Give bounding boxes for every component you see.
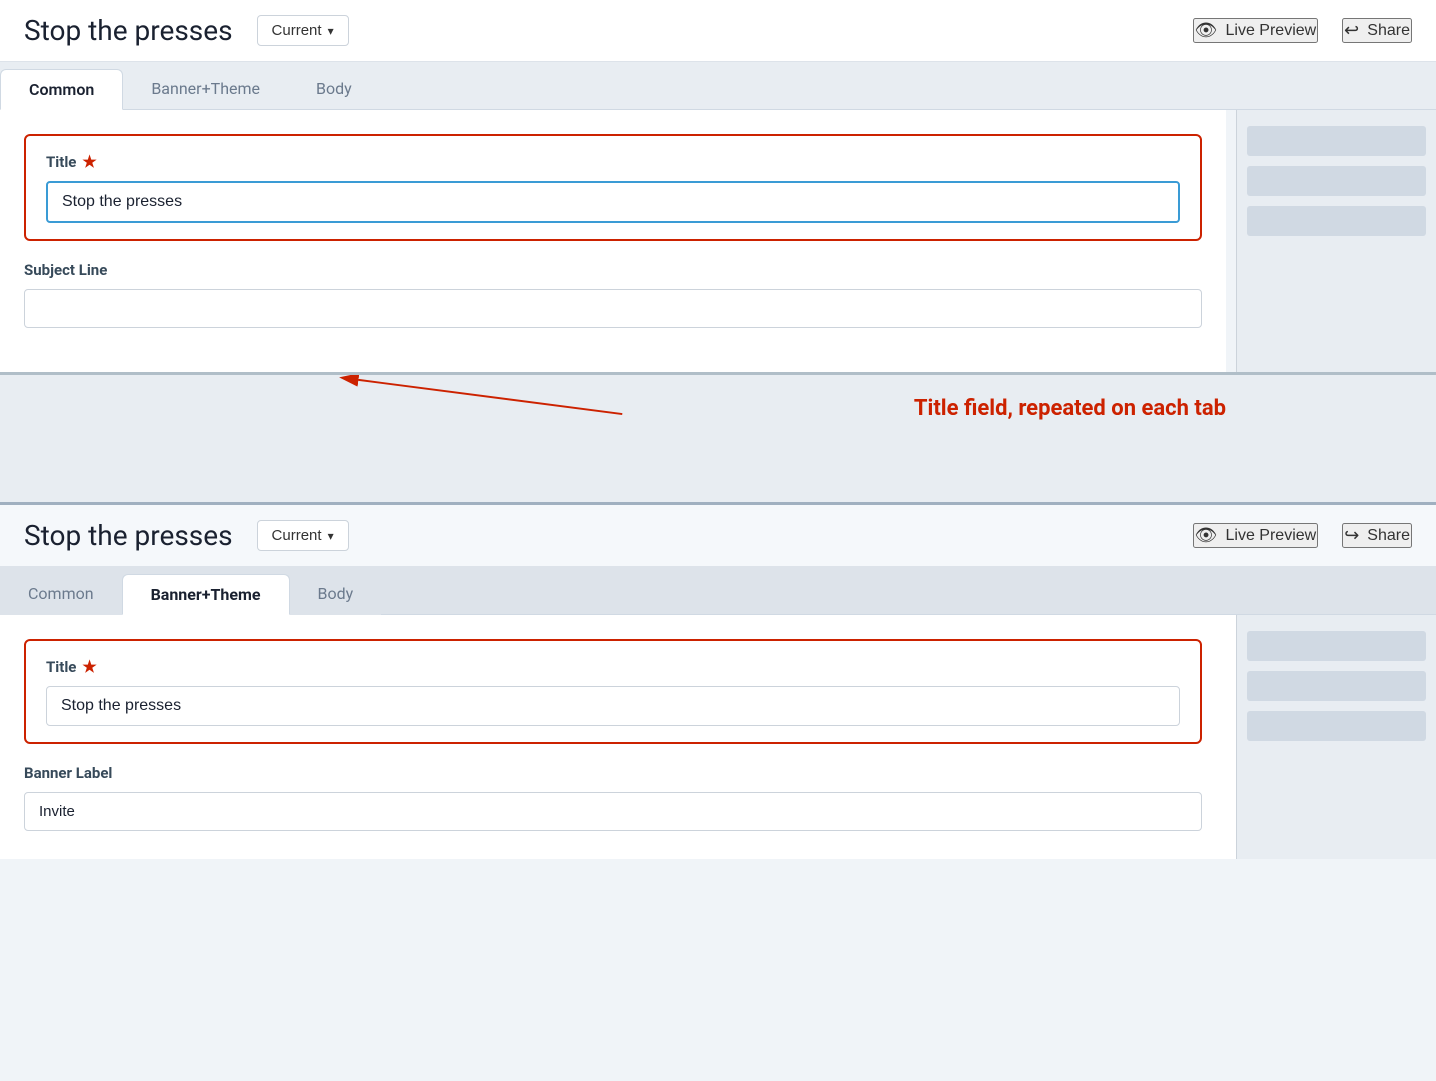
share-label-1: Share: [1367, 22, 1410, 40]
live-preview-btn-1[interactable]: 👁 Live Preview: [1193, 18, 1319, 43]
share-icon-1: ↪: [1344, 20, 1359, 41]
tab-banner-theme-2-label: Banner+Theme: [151, 585, 261, 604]
panel2: Stop the presses Current ▾ 👁 Live Previe…: [0, 502, 1436, 859]
tab-body-2[interactable]: Body: [290, 574, 382, 615]
annotation-section: Title field, repeated on each tab: [0, 372, 1436, 502]
right-hint-2b: [1247, 671, 1426, 701]
share-icon-2: ↪: [1344, 525, 1359, 546]
eye-icon-2: 👁: [1195, 525, 1218, 546]
right-hint-2a: [1247, 631, 1426, 661]
app-wrapper: Stop the presses Current ▾ 👁 Live Previe…: [0, 0, 1436, 859]
live-preview-label-1: Live Preview: [1226, 22, 1317, 40]
live-preview-btn-2[interactable]: 👁 Live Preview: [1193, 523, 1319, 548]
right-hint-1b: [1247, 166, 1426, 196]
tab-common-1[interactable]: Common: [0, 69, 123, 110]
right-hint-1a: [1247, 126, 1426, 156]
chevron-down-icon-1: ▾: [328, 24, 334, 38]
panel2-header-right: 👁 Live Preview ↪ Share: [1193, 523, 1412, 548]
title-label-2: Title ★: [46, 657, 1180, 676]
tab-common-1-label: Common: [29, 80, 94, 99]
panel2-tabs: Common Banner+Theme Body: [0, 567, 1436, 615]
version-dropdown-1[interactable]: Current ▾: [257, 15, 349, 46]
panel2-header: Stop the presses Current ▾ 👁 Live Previe…: [0, 505, 1436, 567]
right-hint-2c: [1247, 711, 1426, 741]
required-star-1: ★: [82, 152, 96, 171]
chevron-down-icon-2: ▾: [328, 529, 334, 543]
panel1-header-right: 👁 Live Preview ↪ Share: [1193, 18, 1412, 43]
tab-body-1[interactable]: Body: [288, 69, 380, 110]
banner-section: Banner Label: [24, 764, 1202, 831]
subject-input-1[interactable]: [24, 289, 1202, 328]
panel1-tabs: Common Banner+Theme Body: [0, 62, 1436, 110]
banner-label-label: Banner Label: [24, 764, 1202, 782]
panel2-title: Stop the presses: [24, 519, 233, 552]
share-btn-2[interactable]: ↪ Share: [1342, 523, 1412, 548]
panel1: Stop the presses Current ▾ 👁 Live Previe…: [0, 0, 1436, 372]
title-input-2[interactable]: [46, 686, 1180, 726]
title-section-2: Title ★: [24, 639, 1202, 744]
tab-banner-theme-1-label: Banner+Theme: [151, 79, 260, 98]
annotation-text: Title field, repeated on each tab: [914, 396, 1226, 421]
tab-body-2-label: Body: [318, 584, 354, 603]
live-preview-label-2: Live Preview: [1226, 527, 1317, 545]
tab-common-2[interactable]: Common: [0, 574, 122, 615]
banner-label-input[interactable]: [24, 792, 1202, 831]
annotation-container: Title field, repeated on each tab: [914, 395, 1226, 424]
tab-banner-theme-2[interactable]: Banner+Theme: [122, 574, 290, 615]
panel1-content: Title ★ Subject Line: [0, 110, 1226, 372]
eye-icon-1: 👁: [1195, 20, 1218, 41]
tab-common-2-label: Common: [28, 584, 94, 603]
title-input-1[interactable]: [46, 181, 1180, 223]
share-label-2: Share: [1367, 527, 1410, 545]
title-label-1: Title ★: [46, 152, 1180, 171]
share-btn-1[interactable]: ↪ Share: [1342, 18, 1412, 43]
subject-section-1: Subject Line: [24, 261, 1202, 328]
required-star-2: ★: [82, 657, 96, 676]
version-label-2: Current: [272, 527, 322, 544]
tab-banner-theme-1[interactable]: Banner+Theme: [123, 69, 288, 110]
subject-label-1: Subject Line: [24, 261, 1202, 279]
tab-body-1-label: Body: [316, 79, 352, 98]
title-section-1: Title ★: [24, 134, 1202, 241]
version-dropdown-2[interactable]: Current ▾: [257, 520, 349, 551]
panel1-header: Stop the presses Current ▾ 👁 Live Previe…: [0, 0, 1436, 62]
right-hint-1c: [1247, 206, 1426, 236]
right-panel-2: [1236, 615, 1436, 859]
right-panel-1: [1236, 110, 1436, 372]
version-label-1: Current: [272, 22, 322, 39]
panel2-content: Title ★ Banner Label: [0, 615, 1226, 859]
panel1-title: Stop the presses: [24, 14, 233, 47]
